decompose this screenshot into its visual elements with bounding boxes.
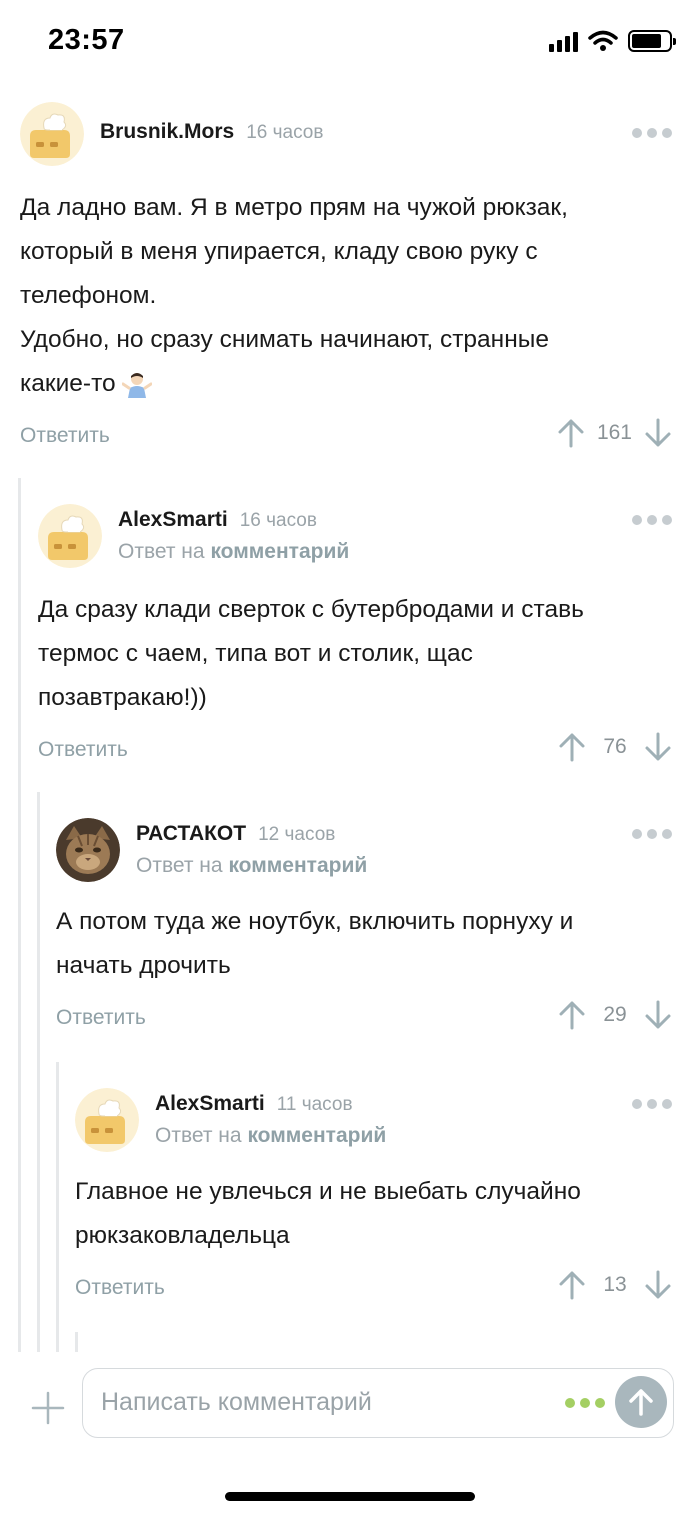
vote-controls: 29 <box>558 1000 672 1030</box>
comment: Brusnik.Mors 16 часов Да ладно вам. Я в … <box>20 102 672 458</box>
person-shrugging-emoji <box>122 372 153 398</box>
arrow-down-icon[interactable] <box>644 418 672 448</box>
more-dots-icon[interactable] <box>632 829 672 839</box>
arrow-up-icon[interactable] <box>558 1270 586 1300</box>
comment-header: AlexSmarti 11 часов Ответ на комментарий <box>75 1088 672 1152</box>
vote-count: 76 <box>603 735 627 758</box>
arrow-up-icon[interactable] <box>557 418 585 448</box>
status-time: 23:57 <box>48 24 125 56</box>
more-dots-icon[interactable] <box>632 1099 672 1109</box>
reply-to-prefix: Ответ на <box>155 1124 242 1147</box>
vote-controls: 13 <box>558 1270 672 1300</box>
home-indicator <box>225 1492 475 1501</box>
comment-footer: Ответить 161 <box>20 418 672 458</box>
reply-button[interactable]: Ответить <box>56 1006 146 1030</box>
comment-author[interactable]: AlexSmarti <box>118 508 228 532</box>
thread-line-level-1 <box>18 478 21 1352</box>
author-line: Brusnik.Mors 16 часов <box>100 120 323 144</box>
send-arrow-icon <box>629 1389 653 1416</box>
vote-controls: 76 <box>558 732 672 762</box>
comment-time: 16 часов <box>239 510 317 531</box>
reply-to-link[interactable]: комментарий <box>228 854 367 877</box>
reply-to: Ответ на комментарий <box>155 1124 386 1148</box>
comment-time: 11 часов <box>276 1094 353 1115</box>
more-dots-icon[interactable] <box>632 128 672 138</box>
vote-controls: 161 <box>557 418 672 448</box>
cellular-signal-icon <box>549 30 578 52</box>
vote-count: 161 <box>596 421 632 444</box>
comment-time: 12 часов <box>258 824 336 845</box>
status-icons <box>549 30 676 52</box>
reply-to: Ответ на комментарий <box>136 854 367 878</box>
vote-count: 29 <box>603 1003 627 1026</box>
cat-avatar-icon[interactable] <box>56 818 120 882</box>
more-dots-icon[interactable] <box>565 1398 605 1408</box>
comment-author[interactable]: AlexSmarti <box>155 1092 265 1116</box>
arrow-up-icon[interactable] <box>558 1000 586 1030</box>
reply-to: Ответ на комментарий <box>118 540 349 564</box>
reply-button[interactable]: Ответить <box>75 1276 165 1300</box>
thread-line-level-2 <box>37 792 40 1352</box>
default-avatar-icon[interactable] <box>75 1088 139 1152</box>
arrow-down-icon[interactable] <box>644 1000 672 1030</box>
reply-to-prefix: Ответ на <box>118 540 205 563</box>
comment-footer: Ответить 76 <box>38 732 672 772</box>
author-line: AlexSmarti 16 часов <box>118 508 317 532</box>
plus-icon[interactable] <box>30 1390 66 1426</box>
comment-text-content: Да ладно вам. Я в метро прям на чужой рю… <box>20 194 568 397</box>
comment: РАСТАКОТ 12 часов Ответ на комментарий А… <box>56 818 672 1040</box>
reply-to-link[interactable]: комментарий <box>210 540 349 563</box>
arrow-down-icon[interactable] <box>644 732 672 762</box>
reply-button[interactable]: Ответить <box>38 738 128 762</box>
comment-composer-bar <box>0 1352 700 1516</box>
comment-text: Да ладно вам. Я в метро прям на чужой рю… <box>20 186 672 406</box>
comment-header: AlexSmarti 16 часов Ответ на комментарий <box>38 504 672 568</box>
comment-time: 16 часов <box>246 122 324 143</box>
comment-footer: Ответить 29 <box>56 1000 672 1040</box>
comment-header: РАСТАКОТ 12 часов Ответ на комментарий <box>56 818 672 882</box>
comment-text: А потом туда же ноутбук, включить порнух… <box>56 908 574 979</box>
comment-author[interactable]: Brusnik.Mors <box>100 120 234 144</box>
author-line: AlexSmarti 11 часов <box>155 1092 353 1116</box>
default-avatar-icon[interactable] <box>20 102 84 166</box>
author-line: РАСТАКОТ 12 часов <box>136 822 335 846</box>
comment-input[interactable] <box>101 1369 541 1435</box>
thread-line-level-4 <box>75 1332 78 1352</box>
vote-count: 13 <box>603 1273 627 1296</box>
reply-button[interactable]: Ответить <box>20 424 110 448</box>
comment: AlexSmarti 16 часов Ответ на комментарий… <box>38 504 672 772</box>
arrow-down-icon[interactable] <box>644 1270 672 1300</box>
comment-author[interactable]: РАСТАКОТ <box>136 822 246 846</box>
send-button[interactable] <box>615 1376 667 1428</box>
thread-line-level-3 <box>56 1062 59 1352</box>
status-bar: 23:57 <box>0 0 700 90</box>
comment-header: Brusnik.Mors 16 часов <box>20 102 672 166</box>
more-dots-icon[interactable] <box>632 515 672 525</box>
wifi-icon <box>588 30 618 51</box>
comment: AlexSmarti 11 часов Ответ на комментарий… <box>75 1088 672 1310</box>
comment-text: Главное не увлечься и не выебать случайн… <box>75 1178 581 1249</box>
arrow-up-icon[interactable] <box>558 732 586 762</box>
comment-input-wrapper <box>82 1368 674 1438</box>
reply-to-link[interactable]: комментарий <box>247 1124 386 1147</box>
comment-text: Да сразу клади сверток с бутербродами и … <box>38 596 584 711</box>
reply-to-prefix: Ответ на <box>136 854 223 877</box>
comment-footer: Ответить 13 <box>75 1270 672 1310</box>
default-avatar-icon[interactable] <box>38 504 102 568</box>
battery-icon <box>628 30 676 52</box>
